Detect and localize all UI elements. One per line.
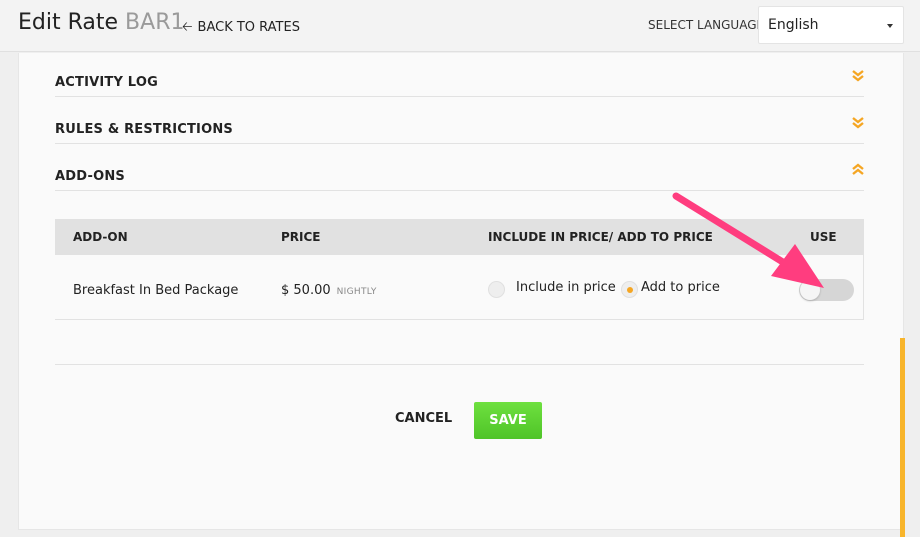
section-title: RULES & RESTRICTIONS (55, 122, 233, 137)
column-header-price: PRICE (281, 230, 321, 244)
add-to-price-label[interactable]: Add to price (641, 280, 720, 295)
page-title-text: Edit Rate (18, 10, 119, 35)
rate-code: BAR1 (125, 10, 185, 35)
back-to-rates-link[interactable]: 🡠 BACK TO RATES (182, 18, 300, 40)
use-addon-toggle[interactable] (799, 279, 854, 301)
divider (55, 364, 864, 365)
addons-table-header: ADD-ON PRICE INCLUDE IN PRICE/ ADD TO PR… (55, 219, 864, 255)
include-in-price-radio[interactable] (488, 281, 505, 298)
language-select[interactable]: English (758, 6, 904, 44)
select-language-label: SELECT LANGUAGE (648, 18, 765, 32)
table-row: Breakfast In Bed Package $ 50.00 NIGHTLY … (55, 255, 864, 320)
column-header-include-add: INCLUDE IN PRICE/ ADD TO PRICE (488, 230, 713, 244)
section-activity-log[interactable]: ACTIVITY LOG (55, 53, 864, 97)
page-header: Edit Rate BAR1 🡠 BACK TO RATES SELECT LAN… (0, 0, 920, 52)
scrollbar-thumb[interactable] (900, 338, 905, 537)
section-title: ADD-ONS (55, 169, 125, 184)
include-in-price-label[interactable]: Include in price (516, 280, 616, 295)
addon-price-unit: NIGHTLY (336, 287, 377, 297)
addon-name: Breakfast In Bed Package (73, 283, 239, 298)
back-to-rates-label: BACK TO RATES (197, 20, 300, 35)
section-add-ons[interactable]: ADD-ONS (55, 147, 864, 191)
column-header-use: USE (810, 230, 837, 244)
addon-price: $ 50.00 NIGHTLY (281, 283, 377, 298)
arrow-left-icon: 🡠 (182, 20, 193, 35)
edit-rate-card: ACTIVITY LOG RULES & RESTRICTIONS ADD-ON… (18, 53, 904, 530)
section-rules-restrictions[interactable]: RULES & RESTRICTIONS (55, 100, 864, 144)
double-chevron-down-icon[interactable] (852, 116, 864, 130)
cancel-button[interactable]: CANCEL (395, 411, 455, 429)
page-title: Edit Rate BAR1 (18, 10, 184, 35)
add-to-price-radio[interactable] (621, 281, 638, 298)
toggle-knob (800, 280, 820, 300)
section-title: ACTIVITY LOG (55, 75, 158, 90)
caret-down-icon (887, 24, 893, 28)
column-header-add-on: ADD-ON (73, 230, 128, 244)
double-chevron-down-icon[interactable] (852, 69, 864, 83)
addon-price-value: $ 50.00 (281, 283, 331, 298)
double-chevron-up-icon[interactable] (852, 163, 864, 177)
save-button[interactable]: SAVE (474, 402, 542, 439)
language-select-value: English (768, 17, 819, 33)
